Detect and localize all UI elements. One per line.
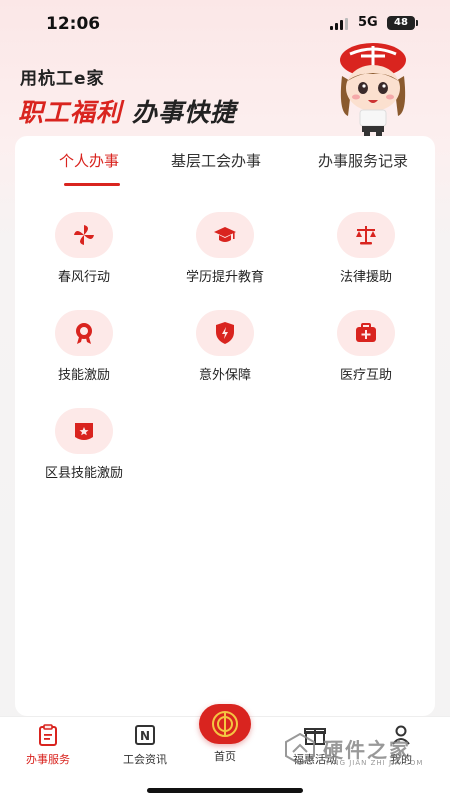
service-spring-breeze[interactable]: 春风行动 xyxy=(19,212,149,292)
tab-active-indicator xyxy=(64,183,120,186)
status-bar: 12:06 5G 48 xyxy=(0,0,450,46)
home-button[interactable] xyxy=(199,704,251,744)
watermark-logo-icon xyxy=(285,732,315,766)
scales-icon xyxy=(337,212,395,258)
service-label: 技能激励 xyxy=(57,368,110,383)
slogan: 职工福利 办事快捷 xyxy=(18,93,236,129)
nav-label: 工会资讯 xyxy=(123,753,167,766)
network-label: 5G xyxy=(358,15,378,30)
tab-bar: 个人办事 基层工会办事 办事服务记录 xyxy=(15,136,435,192)
service-label: 学历提升教育 xyxy=(185,270,264,285)
watermark-subtext: YING JIAN ZHI JIA.COM xyxy=(325,759,424,767)
service-skill-incentive[interactable]: 技能激励 xyxy=(19,310,149,390)
service-label: 春风行动 xyxy=(57,270,110,285)
svg-text:N: N xyxy=(140,729,150,743)
mascot-illustration xyxy=(340,43,406,138)
service-medical-aid[interactable]: 医疗互助 xyxy=(301,310,431,390)
clipboard-icon xyxy=(36,723,60,747)
nav-news[interactable]: N 工会资讯 xyxy=(105,723,185,767)
slogan-welfare: 职工福利 xyxy=(18,98,123,127)
service-education[interactable]: 学历提升教育 xyxy=(160,212,290,292)
service-label: 区县技能激励 xyxy=(44,466,123,481)
medical-kit-icon xyxy=(337,310,395,356)
badge-icon xyxy=(55,408,113,454)
nav-services[interactable]: 办事服务 xyxy=(8,723,88,767)
tab-personal[interactable]: 个人办事 xyxy=(59,150,119,171)
pinwheel-icon xyxy=(55,212,113,258)
medal-icon xyxy=(55,310,113,356)
service-card: 个人办事 基层工会办事 办事服务记录 春风行动 学历提升教育 法律援助 技能激励… xyxy=(15,136,435,716)
service-legal-aid[interactable]: 法律援助 xyxy=(301,212,431,292)
service-district-skill-incentive[interactable]: 区县技能激励 xyxy=(19,408,149,488)
battery-icon: 48 xyxy=(387,16,418,30)
news-icon: N xyxy=(133,723,157,747)
graduation-cap-icon xyxy=(196,212,254,258)
watermark: 硬件之家 YING JIAN ZHI JIA.COM xyxy=(283,732,443,772)
service-label: 法律援助 xyxy=(339,270,392,285)
home-indicator xyxy=(147,788,303,793)
tab-grassroots[interactable]: 基层工会办事 xyxy=(171,150,261,171)
nav-label: 办事服务 xyxy=(26,753,70,766)
slogan-convenient: 办事快捷 xyxy=(132,98,237,127)
signal-icon xyxy=(330,18,350,30)
service-label: 意外保障 xyxy=(198,368,251,383)
service-label: 医疗互助 xyxy=(339,368,392,383)
app-title: 用杭工e家 xyxy=(20,69,105,89)
service-accident-insurance[interactable]: 意外保障 xyxy=(160,310,290,390)
tab-records[interactable]: 办事服务记录 xyxy=(318,150,408,171)
home-label: 首页 xyxy=(214,750,236,763)
union-logo-icon xyxy=(212,711,238,737)
shield-icon xyxy=(196,310,254,356)
status-time: 12:06 xyxy=(46,14,101,34)
